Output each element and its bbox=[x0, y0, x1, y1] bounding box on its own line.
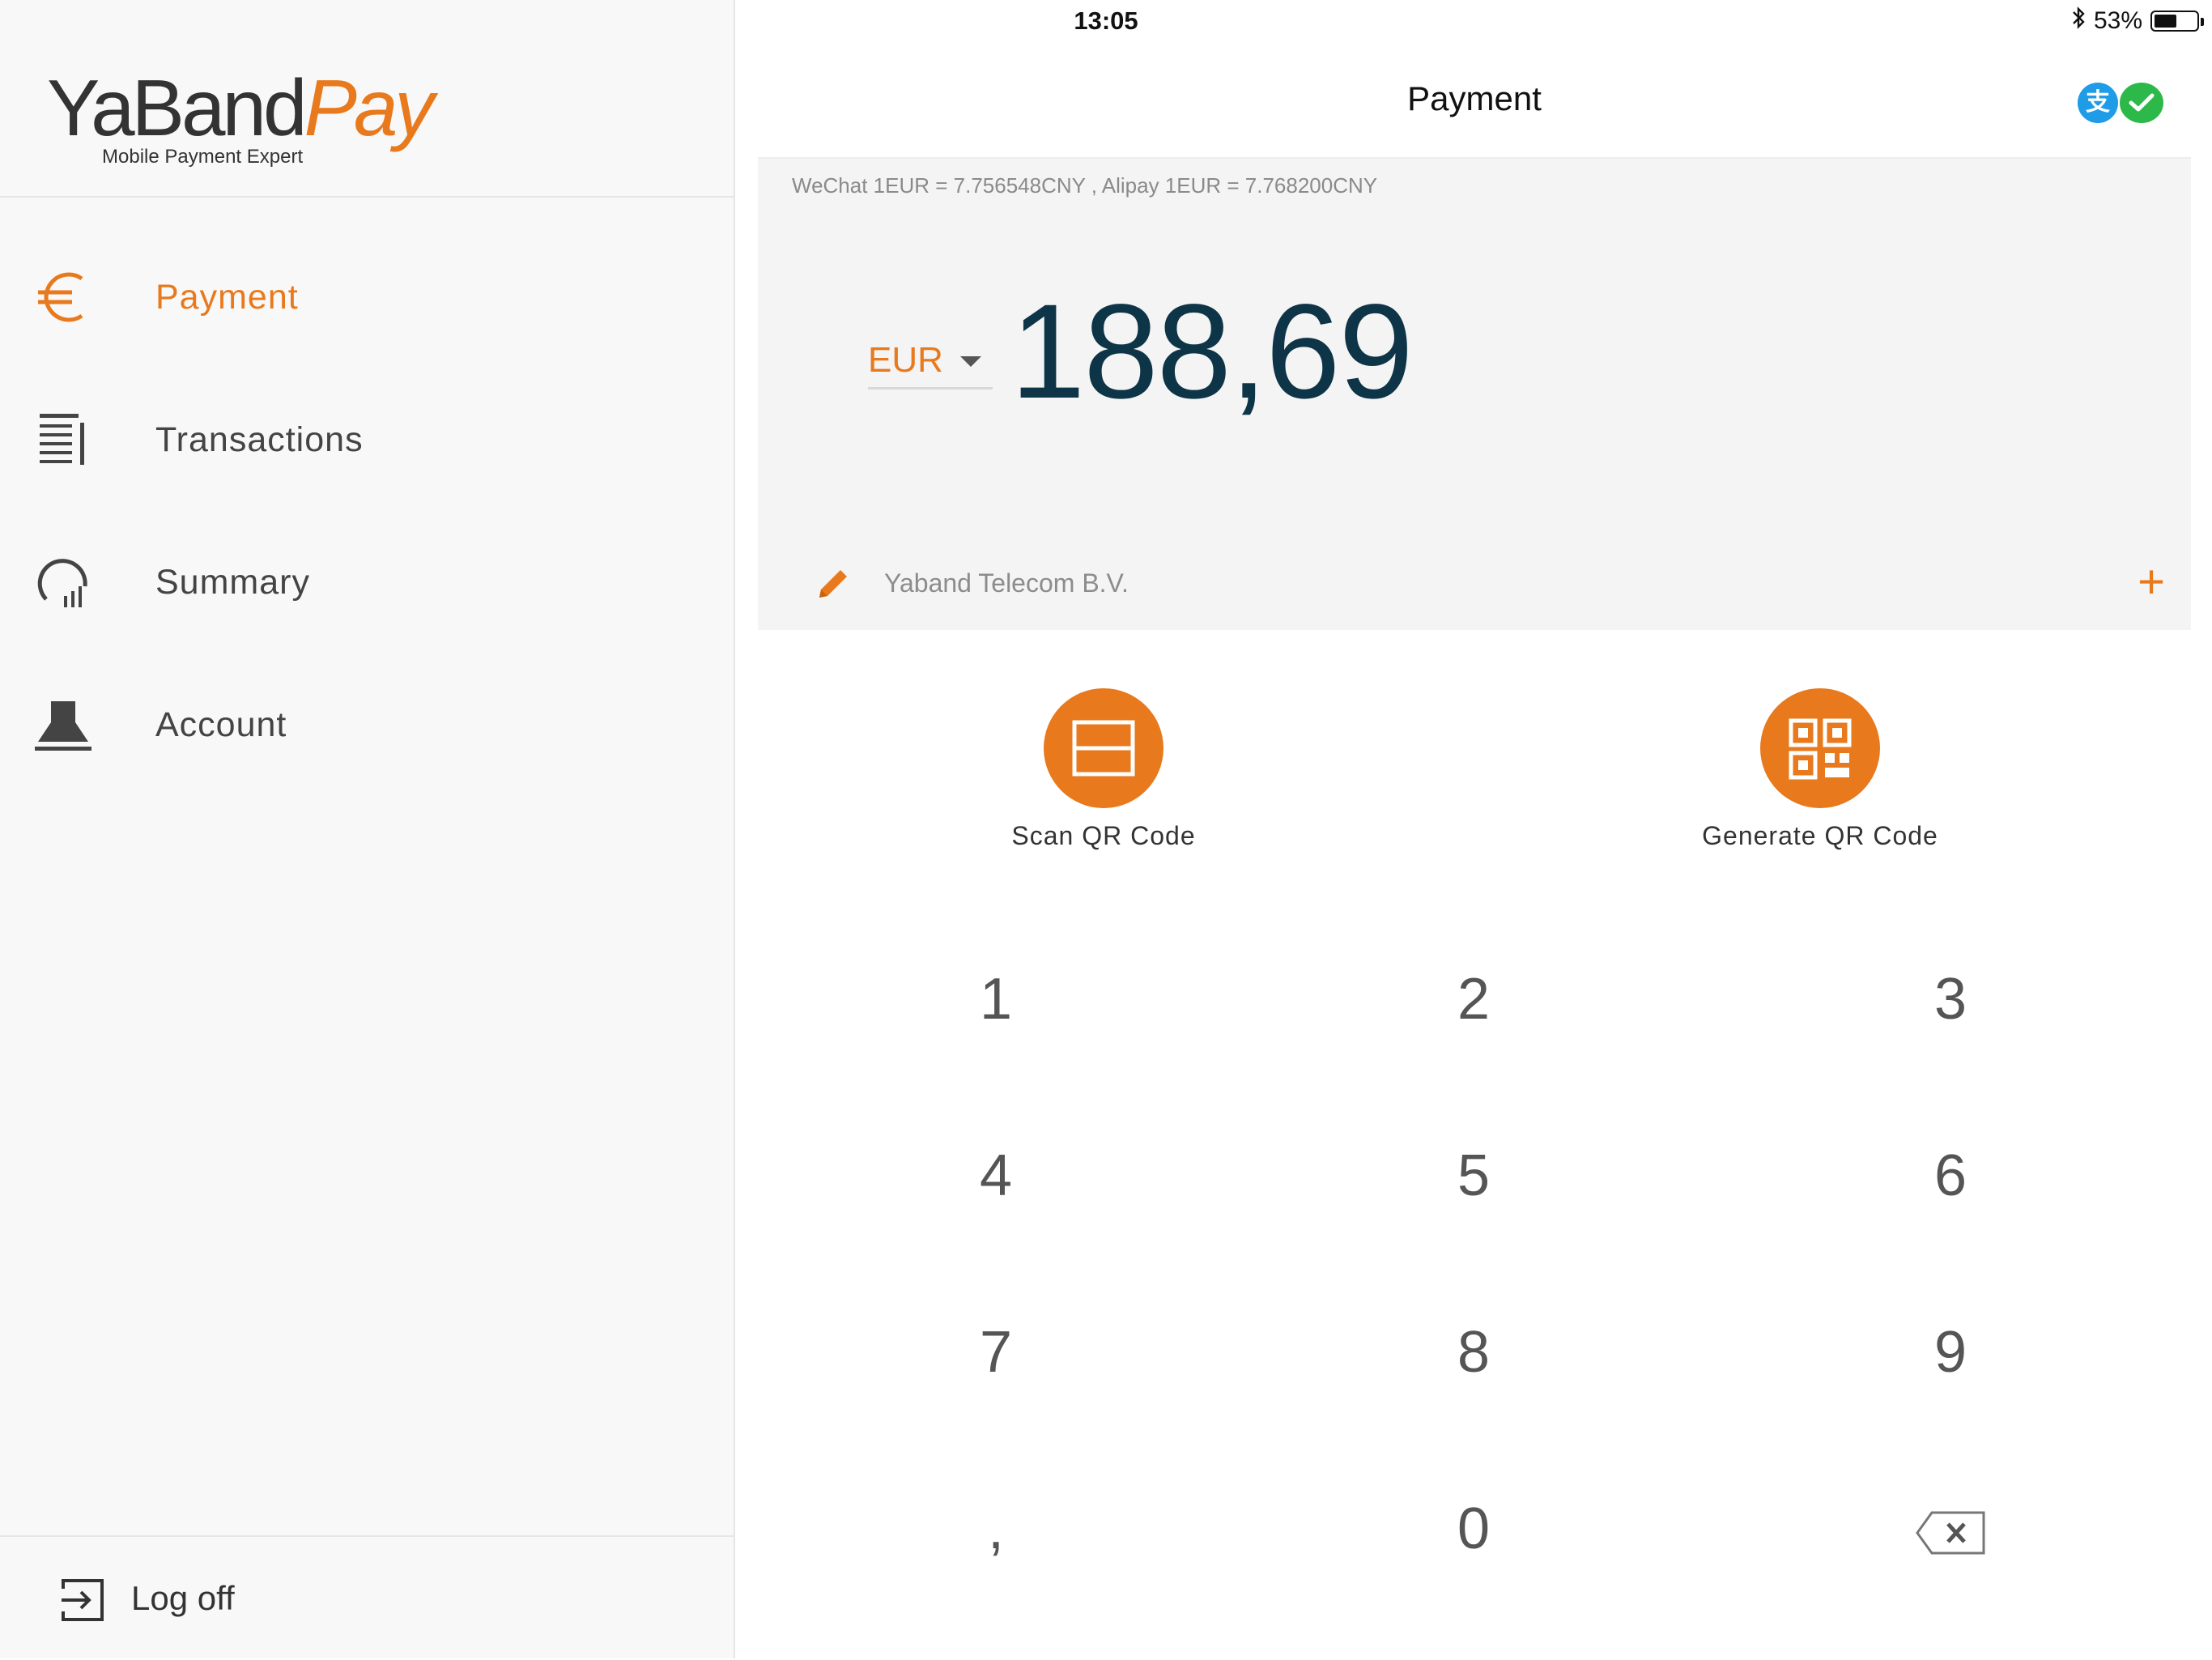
amount-panel: WeChat 1EUR = 7.756548CNY , Alipay 1EUR … bbox=[758, 159, 2191, 630]
pencil-icon[interactable] bbox=[815, 565, 852, 602]
page-title: Payment bbox=[1407, 79, 1542, 117]
chevron-down-icon bbox=[960, 356, 981, 367]
status-right: 53% bbox=[2071, 6, 2204, 36]
key-0[interactable]: 0 bbox=[1393, 1480, 1555, 1577]
logoff-label: Log off bbox=[131, 1579, 235, 1617]
battery-cap bbox=[2201, 18, 2204, 26]
key-2[interactable]: 2 bbox=[1393, 951, 1555, 1048]
scan-qr-button[interactable]: Scan QR Code bbox=[893, 688, 1314, 883]
battery-icon bbox=[2150, 11, 2204, 32]
key-8[interactable]: 8 bbox=[1393, 1304, 1555, 1401]
logo-brand-main: YaBand bbox=[47, 63, 307, 152]
key-1[interactable]: 1 bbox=[915, 951, 1077, 1048]
logoff-button[interactable]: Log off bbox=[0, 1535, 734, 1660]
sidebar-item-summary[interactable]: Summary bbox=[0, 521, 734, 643]
key-9[interactable]: 9 bbox=[1870, 1304, 2031, 1401]
battery-fill bbox=[2155, 15, 2176, 28]
brand-logo: YaBandPay bbox=[47, 68, 434, 147]
key-7[interactable]: 7 bbox=[915, 1304, 1077, 1401]
qr-code-icon bbox=[1760, 688, 1880, 808]
scan-icon bbox=[1044, 688, 1163, 808]
amount-display: 188,69 bbox=[1010, 277, 1414, 427]
key-6[interactable]: 6 bbox=[1870, 1127, 2031, 1224]
battery-percent: 53% bbox=[2093, 7, 2142, 34]
sidebar-item-transactions[interactable]: Transactions bbox=[0, 379, 734, 500]
logout-icon bbox=[60, 1577, 105, 1623]
euro-icon bbox=[32, 266, 94, 328]
header: Payment 支 bbox=[758, 44, 2191, 159]
logo-brand-accent: Pay bbox=[304, 63, 434, 152]
currency-select[interactable]: EUR bbox=[868, 327, 993, 389]
user-icon bbox=[32, 694, 94, 756]
merchant-name: Yaband Telecom B.V. bbox=[884, 568, 1129, 598]
generate-qr-label: Generate QR Code bbox=[1702, 821, 1938, 850]
key-4[interactable]: 4 bbox=[915, 1127, 1077, 1224]
backspace-button[interactable] bbox=[1870, 1480, 2031, 1577]
currency-value: EUR bbox=[868, 340, 943, 380]
exchange-rate-text: WeChat 1EUR = 7.756548CNY , Alipay 1EUR … bbox=[792, 173, 1378, 198]
logo-area: YaBandPay Mobile Payment Expert bbox=[0, 44, 734, 198]
generate-qr-button[interactable]: Generate QR Code bbox=[1610, 688, 2031, 883]
wechat-icon bbox=[2120, 83, 2163, 123]
key-5[interactable]: 5 bbox=[1393, 1127, 1555, 1224]
sidebar-item-label: Summary bbox=[155, 562, 310, 602]
scan-qr-label: Scan QR Code bbox=[1011, 821, 1196, 850]
merchant-row: Yaband Telecom B.V. + bbox=[758, 547, 2191, 628]
payment-methods[interactable]: 支 bbox=[2078, 79, 2167, 125]
add-button[interactable]: + bbox=[2138, 559, 2165, 606]
sidebar-item-account[interactable]: Account bbox=[0, 664, 734, 785]
main-panel: Payment 支 WeChat 1EUR = 7.756548CNY , Al… bbox=[758, 44, 2191, 1658]
sidebar-item-payment[interactable]: Payment bbox=[0, 236, 734, 358]
list-icon bbox=[32, 409, 94, 470]
chart-icon bbox=[32, 551, 94, 613]
logo-tagline: Mobile Payment Expert bbox=[102, 146, 304, 168]
sidebar-item-label: Transactions bbox=[155, 419, 364, 459]
sidebar-item-label: Account bbox=[155, 704, 287, 744]
key-3[interactable]: 3 bbox=[1870, 951, 2031, 1048]
sidebar: YaBandPay Mobile Payment Expert Payment bbox=[0, 0, 735, 1658]
bluetooth-icon bbox=[2071, 6, 2086, 36]
key-comma[interactable]: , bbox=[915, 1480, 1077, 1577]
alipay-icon: 支 bbox=[2078, 83, 2118, 123]
sidebar-item-label: Payment bbox=[155, 277, 299, 317]
backspace-icon bbox=[1916, 1511, 1985, 1555]
